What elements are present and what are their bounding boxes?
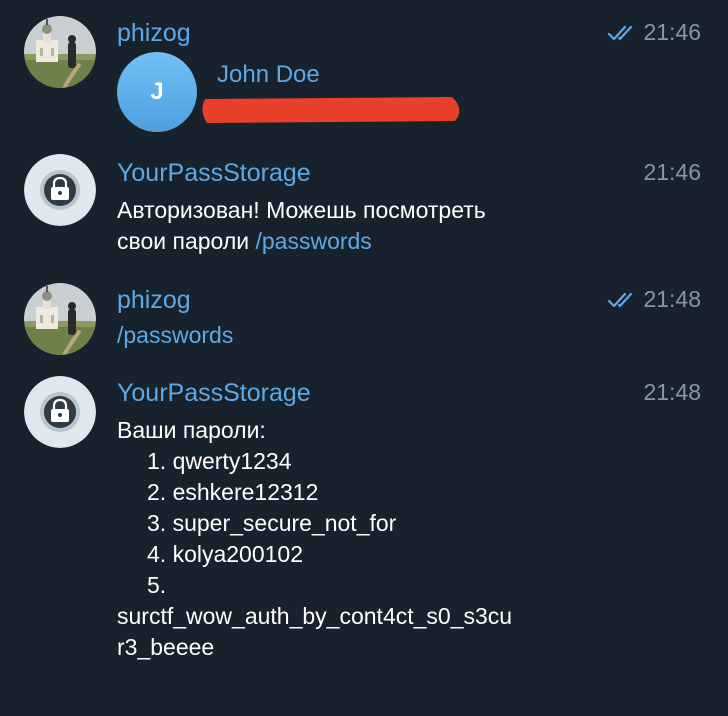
sender-name[interactable]: YourPassStorage — [117, 161, 311, 186]
message-time: 21:46 — [607, 21, 701, 44]
message-time: 21:46 — [643, 161, 701, 184]
list-heading: Ваши пароли: — [117, 417, 266, 443]
message-line: Авторизован! Можешь посмотреть — [117, 197, 486, 223]
sender-name[interactable]: YourPassStorage — [117, 381, 311, 406]
wrapped-line: r3_beeee — [117, 634, 215, 660]
user-avatar[interactable] — [24, 16, 96, 88]
user-avatar[interactable] — [24, 283, 96, 355]
message-text: Ваши пароли: 1. qwerty1234 2. eshkere123… — [117, 415, 512, 663]
list-item: 2. eshkere12312 — [147, 479, 319, 505]
contact-name[interactable]: John Doe — [217, 63, 320, 87]
double-check-icon — [608, 25, 633, 40]
message-time: 21:48 — [643, 381, 701, 404]
message-text: Авторизован! Можешь посмотреть свои паро… — [117, 195, 486, 257]
time-label: 21:46 — [643, 159, 701, 185]
church-photo-icon — [24, 283, 96, 355]
church-photo-icon — [24, 16, 96, 88]
lock-bot-icon — [24, 154, 96, 226]
message-text: /passwords — [117, 320, 233, 351]
time-label: 21:48 — [643, 379, 701, 405]
message-line-prefix: свои пароли — [117, 228, 256, 254]
double-check-icon — [608, 292, 633, 307]
contact-initial: J — [150, 78, 164, 105]
passwords-command-link[interactable]: /passwords — [255, 228, 371, 254]
bot-avatar[interactable] — [24, 154, 96, 226]
lock-bot-icon — [24, 376, 96, 448]
contact-avatar[interactable]: J — [117, 52, 197, 132]
passwords-command-link[interactable]: /passwords — [117, 322, 233, 348]
bot-avatar[interactable] — [24, 376, 96, 448]
list-item: 5. — [147, 572, 167, 598]
list-item: 3. super_secure_not_for — [147, 510, 397, 536]
message-time: 21:48 — [607, 288, 701, 311]
sender-name[interactable]: phizog — [117, 21, 191, 46]
list-item: 4. kolya200102 — [147, 541, 304, 567]
redaction-scribble — [202, 97, 460, 123]
sender-name[interactable]: phizog — [117, 288, 191, 313]
time-label: 21:46 — [643, 19, 701, 45]
wrapped-line: surctf_wow_auth_by_cont4ct_s0_s3cu — [117, 603, 513, 629]
list-item: 1. qwerty1234 — [147, 448, 292, 474]
time-label: 21:48 — [643, 286, 701, 312]
